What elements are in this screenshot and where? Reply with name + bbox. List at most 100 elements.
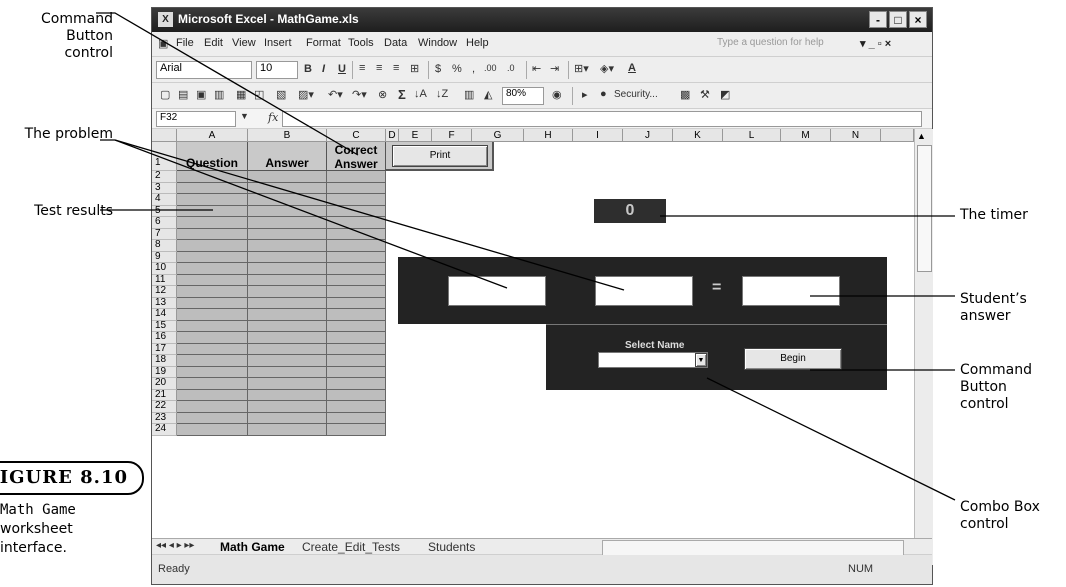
correct-answer-cell[interactable] (327, 424, 386, 436)
open-icon[interactable]: ▤ (178, 88, 188, 101)
horizontal-scrollbar[interactable] (602, 540, 904, 556)
menu-help[interactable]: Help (466, 37, 489, 49)
col-header-d[interactable]: D (386, 129, 399, 142)
question-cell[interactable] (177, 332, 248, 344)
vertical-scrollbar[interactable]: ▲ ▼ (914, 129, 933, 565)
answer-cell[interactable] (248, 171, 327, 183)
comma-button[interactable]: , (472, 63, 475, 75)
correct-answer-cell[interactable] (327, 355, 386, 367)
correct-answer-cell[interactable] (327, 274, 386, 286)
increase-indent-icon[interactable]: ⇥ (550, 62, 559, 75)
row-header-4[interactable]: 4 (152, 193, 177, 206)
print-button[interactable]: Print (392, 145, 488, 167)
font-name-box[interactable]: Arial (156, 61, 252, 79)
tab-scroll-icons[interactable]: ◂◂ ◂ ▸ ▸▸ (156, 540, 194, 551)
font-size-box[interactable]: 10 (256, 61, 298, 79)
drawing-icon[interactable]: ◭ (484, 88, 492, 101)
research-icon[interactable]: ▧ (276, 88, 286, 101)
security-button[interactable]: Security... (614, 89, 658, 100)
begin-button[interactable]: Begin (744, 348, 842, 370)
select-all-corner[interactable] (152, 129, 177, 142)
question-cell[interactable] (177, 286, 248, 298)
question-cell[interactable] (177, 182, 248, 194)
formula-input[interactable] (282, 111, 922, 127)
question-cell[interactable] (177, 205, 248, 217)
document-window-controls[interactable]: ▾ _ ▫ × (860, 37, 891, 50)
row-header-12[interactable]: 12 (152, 285, 177, 298)
correct-answer-cell[interactable] (327, 366, 386, 378)
answer-cell[interactable] (248, 182, 327, 194)
ask-question-box[interactable]: Type a question for help (717, 37, 824, 48)
percent-button[interactable]: % (452, 63, 462, 75)
row-header-8[interactable]: 8 (152, 239, 177, 252)
correct-answer-cell[interactable] (327, 251, 386, 263)
answer-cell[interactable] (248, 366, 327, 378)
new-icon[interactable]: ▢ (160, 88, 170, 101)
worksheet-grid[interactable]: A B C D E F G H I J K L M N 1 Question A… (152, 129, 914, 565)
answer-cell[interactable] (248, 274, 327, 286)
scroll-thumb[interactable] (917, 145, 932, 272)
bold-button[interactable]: B (304, 63, 312, 75)
answer-cell[interactable] (248, 309, 327, 321)
answer-cell[interactable] (248, 355, 327, 367)
question-cell[interactable] (177, 424, 248, 436)
col-header-c[interactable]: C (327, 129, 386, 142)
row-header-10[interactable]: 10 (152, 262, 177, 275)
question-cell[interactable] (177, 251, 248, 263)
autosum-button[interactable]: Σ (398, 87, 406, 102)
answer-cell[interactable] (248, 217, 327, 229)
sort-ascending-icon[interactable]: ↓A (414, 88, 427, 100)
close-button[interactable]: × (909, 11, 927, 28)
answer-cell[interactable] (248, 320, 327, 332)
question-cell[interactable] (177, 355, 248, 367)
menu-data[interactable]: Data (384, 37, 407, 49)
design-mode-icon[interactable]: ⚒ (700, 88, 710, 101)
answer-cell[interactable] (248, 378, 327, 390)
align-left-icon[interactable]: ≡ (359, 62, 365, 74)
col-header-f[interactable]: F (432, 129, 472, 142)
correct-answer-cell[interactable] (327, 217, 386, 229)
question-cell[interactable] (177, 263, 248, 275)
redo-icon[interactable]: ↷▾ (352, 88, 367, 101)
tab-math-game[interactable]: Math Game (220, 540, 285, 554)
save-icon[interactable]: ▣ (196, 88, 206, 101)
correct-answer-cell[interactable] (327, 228, 386, 240)
col-header-m[interactable]: M (781, 129, 831, 142)
row-header-6[interactable]: 6 (152, 216, 177, 229)
fill-color-icon[interactable]: ◈▾ (600, 62, 614, 75)
row-header-2[interactable]: 2 (152, 170, 177, 183)
question-cell[interactable] (177, 171, 248, 183)
insert-function-button[interactable]: fx (268, 111, 278, 124)
menu-window[interactable]: Window (418, 37, 457, 49)
row-header-1[interactable]: 1 (152, 142, 177, 171)
answer-cell[interactable] (248, 251, 327, 263)
increase-decimal-button[interactable]: .00 (484, 63, 497, 73)
answer-cell[interactable] (248, 286, 327, 298)
question-cell[interactable] (177, 217, 248, 229)
minimize-button[interactable]: - (869, 11, 887, 28)
question-cell[interactable] (177, 228, 248, 240)
col-header-i[interactable]: I (573, 129, 623, 142)
undo-icon[interactable]: ↶▾ (328, 88, 343, 101)
permission-icon[interactable]: ▥ (214, 88, 224, 101)
col-header-b[interactable]: B (248, 129, 327, 142)
answer-cell[interactable] (248, 424, 327, 436)
menu-view[interactable]: View (232, 37, 256, 49)
correct-answer-cell[interactable] (327, 286, 386, 298)
correct-answer-cell[interactable] (327, 343, 386, 355)
answer-cell[interactable] (248, 205, 327, 217)
correct-answer-cell[interactable] (327, 171, 386, 183)
decrease-decimal-button[interactable]: .0 (507, 63, 515, 73)
row-header-16[interactable]: 16 (152, 331, 177, 344)
font-color-button[interactable]: A (628, 62, 636, 74)
tab-students[interactable]: Students (428, 540, 475, 554)
student-name-combo[interactable] (598, 352, 708, 368)
answer-cell[interactable] (248, 263, 327, 275)
name-box[interactable]: F32 (156, 111, 236, 127)
correct-answer-cell[interactable] (327, 412, 386, 424)
col-header-k[interactable]: K (673, 129, 723, 142)
decrease-indent-icon[interactable]: ⇤ (532, 62, 541, 75)
answer-cell[interactable] (248, 228, 327, 240)
col-header-h[interactable]: H (524, 129, 573, 142)
correct-answer-cell[interactable] (327, 378, 386, 390)
